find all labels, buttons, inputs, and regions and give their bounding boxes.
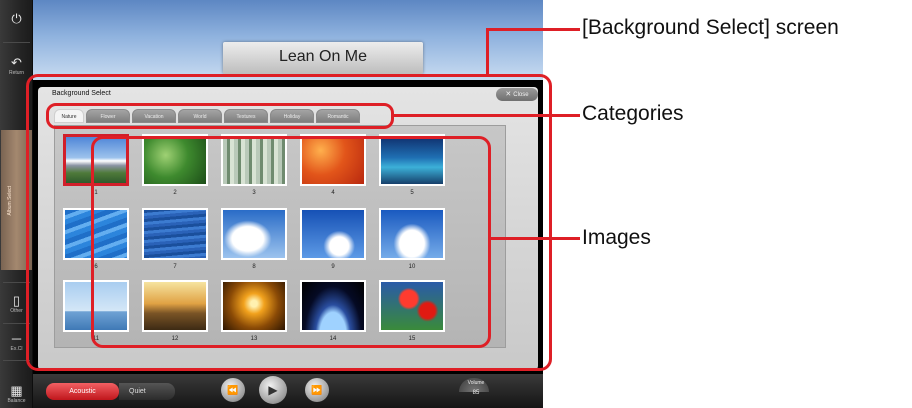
screen-leader-line (486, 28, 489, 75)
categories-highlight (46, 103, 394, 129)
images-highlight (91, 136, 491, 348)
balance-icon: ▦ (10, 383, 23, 398)
play-icon: ▶ (268, 383, 278, 397)
volume-knob[interactable]: Volume 85 (455, 378, 497, 396)
next-button[interactable]: ⏩ (305, 378, 329, 402)
balance-label: Balance (7, 398, 26, 404)
sidebar-divider (3, 42, 30, 43)
return-button[interactable]: ↶ Return (0, 55, 33, 77)
rewind-icon: ⏪ (227, 385, 239, 395)
volume-value: 85 (472, 390, 480, 396)
previous-button[interactable]: ⏪ (221, 378, 245, 402)
screen-leader-line (486, 28, 580, 31)
fast-forward-icon: ⏩ (311, 385, 323, 395)
song-title-bar: Lean On Me (223, 42, 423, 74)
quiet-button[interactable]: Quiet (119, 383, 175, 400)
screen-callout: [Background Select] screen (582, 16, 839, 39)
balance-button[interactable]: ▦ Balance (0, 383, 33, 405)
acoustic-button[interactable]: Acoustic (46, 383, 119, 400)
power-button[interactable]: ⏻ (0, 12, 33, 26)
images-leader-line (491, 237, 580, 240)
album-select-label: Album Select (7, 186, 13, 216)
categories-leader-line (394, 114, 580, 117)
play-button[interactable]: ▶ (259, 376, 287, 404)
song-background: Lean On Me (33, 0, 543, 80)
return-label: Return (8, 70, 24, 76)
volume-label: Volume (467, 380, 485, 386)
categories-callout: Categories (582, 102, 684, 125)
player-bar: Acoustic Quiet ⏪ ▶ ⏩ Volume 85 (33, 374, 543, 408)
power-icon: ⏻ (11, 11, 22, 26)
images-callout: Images (582, 226, 651, 249)
song-title: Lean On Me (278, 48, 368, 65)
return-icon: ↶ (11, 55, 22, 70)
